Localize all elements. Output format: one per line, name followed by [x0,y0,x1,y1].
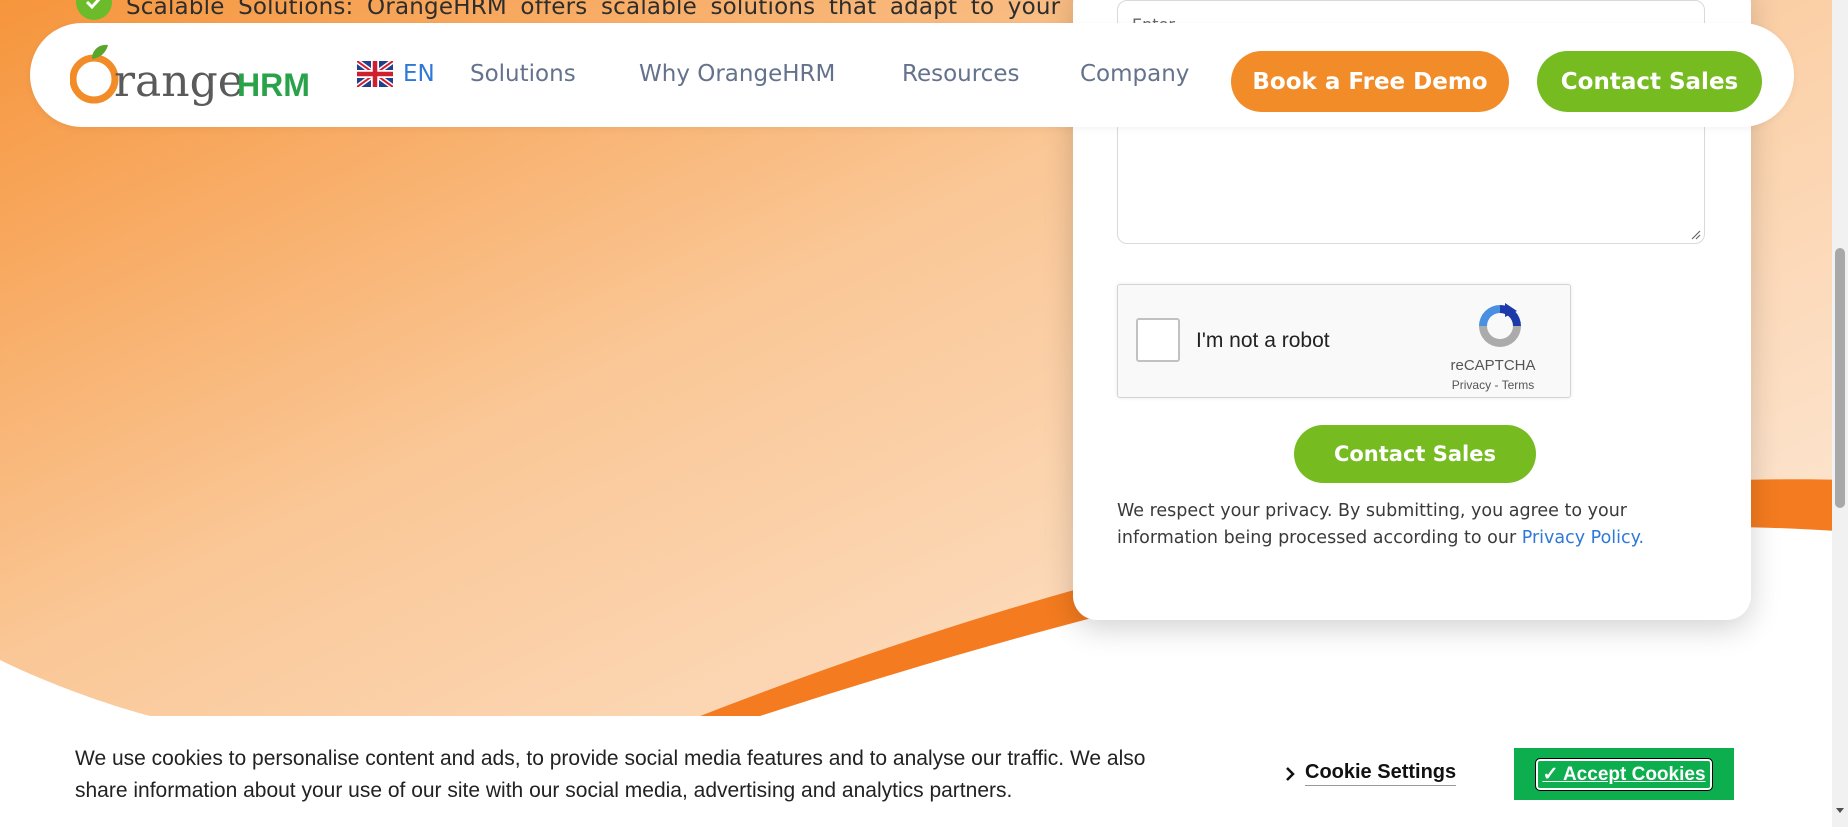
feature-text: Scalable Solutions: OrangeHRM offers sca… [126,0,1061,20]
cookie-message: We use cookies to personalise content an… [75,747,1146,802]
privacy-policy-link[interactable]: Privacy Policy. [1522,528,1644,548]
accept-cookies-button[interactable]: ✓ Accept Cookies [1514,748,1734,800]
scrollbar-thumb[interactable] [1835,248,1845,508]
recaptcha-privacy-link[interactable]: Privacy [1452,378,1491,392]
recaptcha-widget: I'm not a robot reCAPTCHA Privacy - Term… [1117,284,1571,398]
nav-company[interactable]: Company [1080,61,1189,87]
recaptcha-label: I'm not a robot [1196,329,1330,352]
cookie-settings-button[interactable]: Cookie Settings [1283,761,1457,786]
recaptcha-terms-link[interactable]: Terms [1502,378,1535,392]
cookie-settings-label: Cookie Settings [1305,761,1457,786]
recaptcha-separator: - [1491,378,1502,392]
recaptcha-brand: reCAPTCHA [1450,357,1536,374]
recaptcha-links: Privacy - Terms [1438,378,1548,392]
site-header: range HRM EN Solutions Why OrangeHRM Res… [30,23,1794,127]
check-circle-icon [76,0,112,20]
uk-flag-icon [357,61,393,87]
orangehrm-logo[interactable]: range HRM [70,41,315,111]
contact-sales-submit-button[interactable]: Contact Sales [1294,425,1536,483]
book-demo-button[interactable]: Book a Free Demo [1231,51,1509,112]
language-label: EN [403,61,435,87]
scroll-down-arrow-icon[interactable] [1835,805,1845,815]
privacy-notice: We respect your privacy. By submitting, … [1117,498,1707,552]
svg-text:HRM: HRM [237,67,310,103]
recaptcha-logo-icon [1479,303,1521,347]
resize-handle-icon[interactable] [1689,228,1701,240]
contact-sales-button[interactable]: Contact Sales [1537,51,1762,112]
language-selector[interactable]: EN [357,61,435,87]
nav-resources[interactable]: Resources [902,61,1019,87]
chevron-right-icon [1286,766,1295,781]
recaptcha-checkbox[interactable] [1136,318,1180,362]
page-scrollbar[interactable] [1832,0,1848,827]
svg-text:range: range [114,56,244,107]
feature-bullet: Scalable Solutions: OrangeHRM offers sca… [76,0,1060,20]
nav-why-orangehrm[interactable]: Why OrangeHRM [639,61,835,87]
accept-cookies-label: ✓ Accept Cookies [1535,757,1713,791]
nav-solutions[interactable]: Solutions [470,61,576,87]
cookie-banner: We use cookies to personalise content an… [0,716,1832,827]
